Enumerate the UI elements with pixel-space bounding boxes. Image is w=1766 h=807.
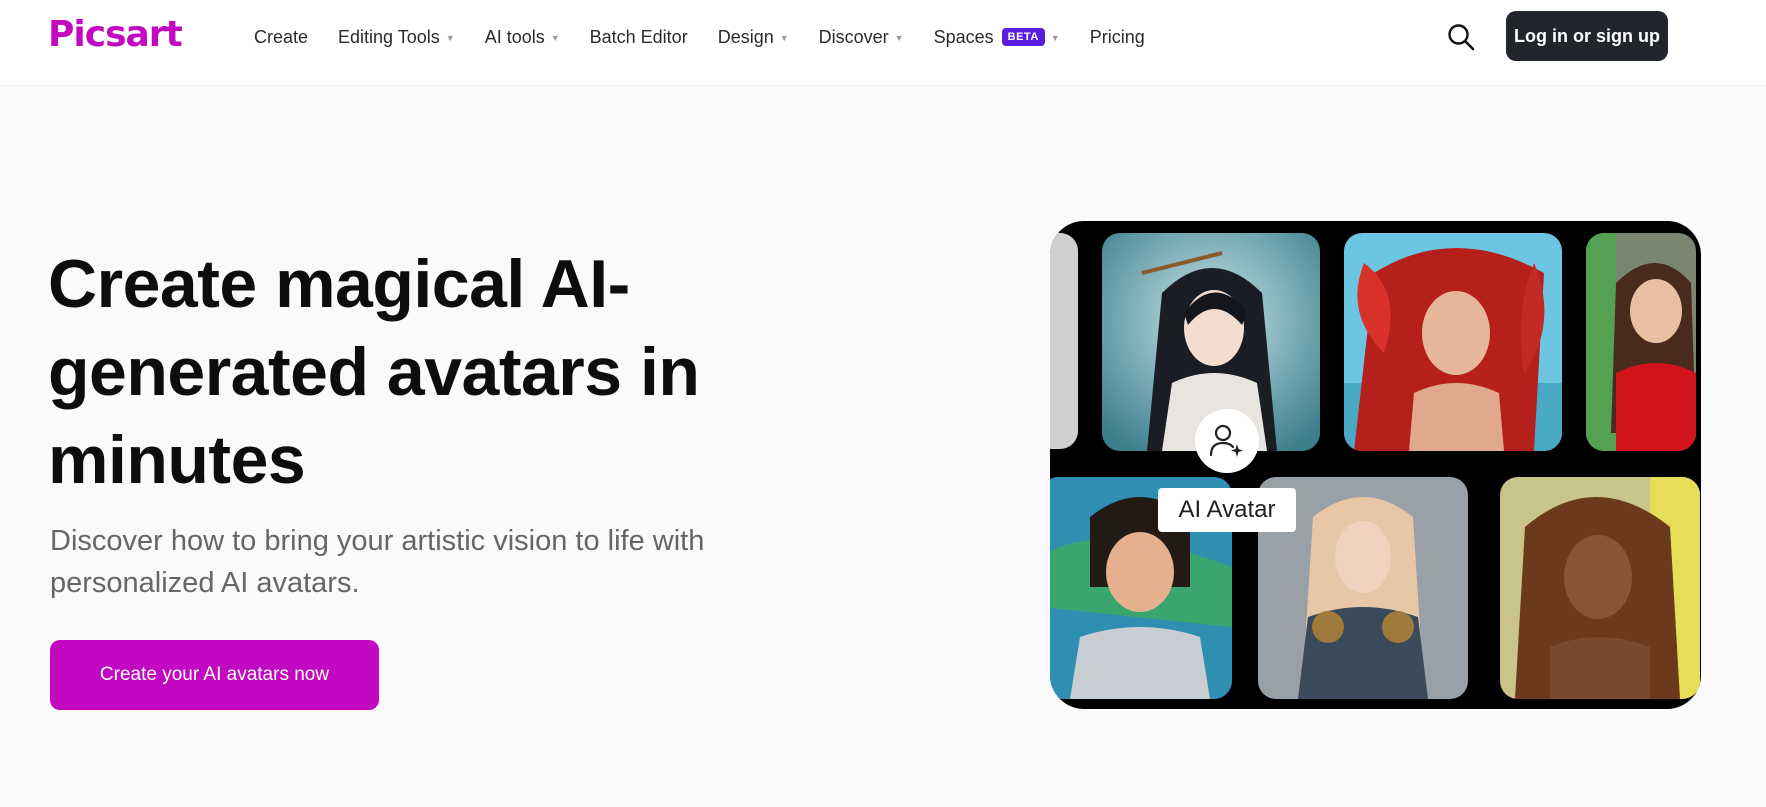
- chevron-down-icon: ▼: [550, 33, 560, 43]
- avatar-collage: [1050, 221, 1701, 709]
- nav-design[interactable]: Design ▼: [718, 27, 789, 48]
- chevron-down-icon: ▼: [1050, 33, 1060, 43]
- nav-design-label: Design: [717, 26, 774, 47]
- nav-create[interactable]: Create: [254, 27, 308, 48]
- avatar-image: [1344, 233, 1562, 451]
- chevron-down-icon: ▼: [779, 33, 789, 43]
- avatar-image: [1500, 477, 1700, 699]
- search-icon[interactable]: [1446, 22, 1476, 52]
- top-navigation-bar: Picsart Create Editing Tools ▼ AI tools …: [0, 0, 1766, 86]
- hero-subtitle: Discover how to bring your artistic visi…: [50, 525, 705, 599]
- nav-editing-tools-label: Editing Tools: [338, 26, 440, 47]
- beta-badge: BETA: [1001, 28, 1045, 46]
- nav-ai-tools[interactable]: AI tools ▼: [485, 27, 560, 48]
- avatar-image: [1050, 233, 1078, 449]
- nav-discover[interactable]: Discover ▼: [819, 27, 904, 48]
- avatar-image: [1586, 233, 1696, 451]
- nav-spaces[interactable]: Spaces BETA ▼: [934, 27, 1060, 48]
- login-signup-button[interactable]: Log in or sign up: [1506, 11, 1668, 61]
- nav-pricing-label: Pricing: [1089, 26, 1145, 47]
- nav-ai-tools-label: AI tools: [484, 26, 545, 47]
- nav-pricing[interactable]: Pricing: [1090, 27, 1145, 48]
- hero-title: Create magical AI-generated avatars in m…: [48, 246, 700, 498]
- nav-batch-editor[interactable]: Batch Editor: [590, 27, 688, 48]
- chevron-down-icon: ▼: [894, 33, 904, 43]
- nav-batch-editor-label: Batch Editor: [589, 26, 688, 47]
- nav-editing-tools[interactable]: Editing Tools ▼: [338, 27, 455, 48]
- picsart-logo[interactable]: Picsart: [48, 14, 183, 55]
- nav-spaces-label: Spaces: [933, 26, 994, 47]
- chevron-down-icon: ▼: [445, 33, 455, 43]
- main-nav: Create Editing Tools ▼ AI tools ▼ Batch …: [254, 0, 1175, 74]
- nav-create-label: Create: [254, 26, 309, 47]
- user-plus-sparkle-icon: [1195, 409, 1259, 473]
- nav-discover-label: Discover: [818, 26, 889, 47]
- ai-avatar-label: AI Avatar: [1158, 488, 1296, 532]
- create-ai-avatars-button[interactable]: Create your AI avatars now: [50, 640, 379, 710]
